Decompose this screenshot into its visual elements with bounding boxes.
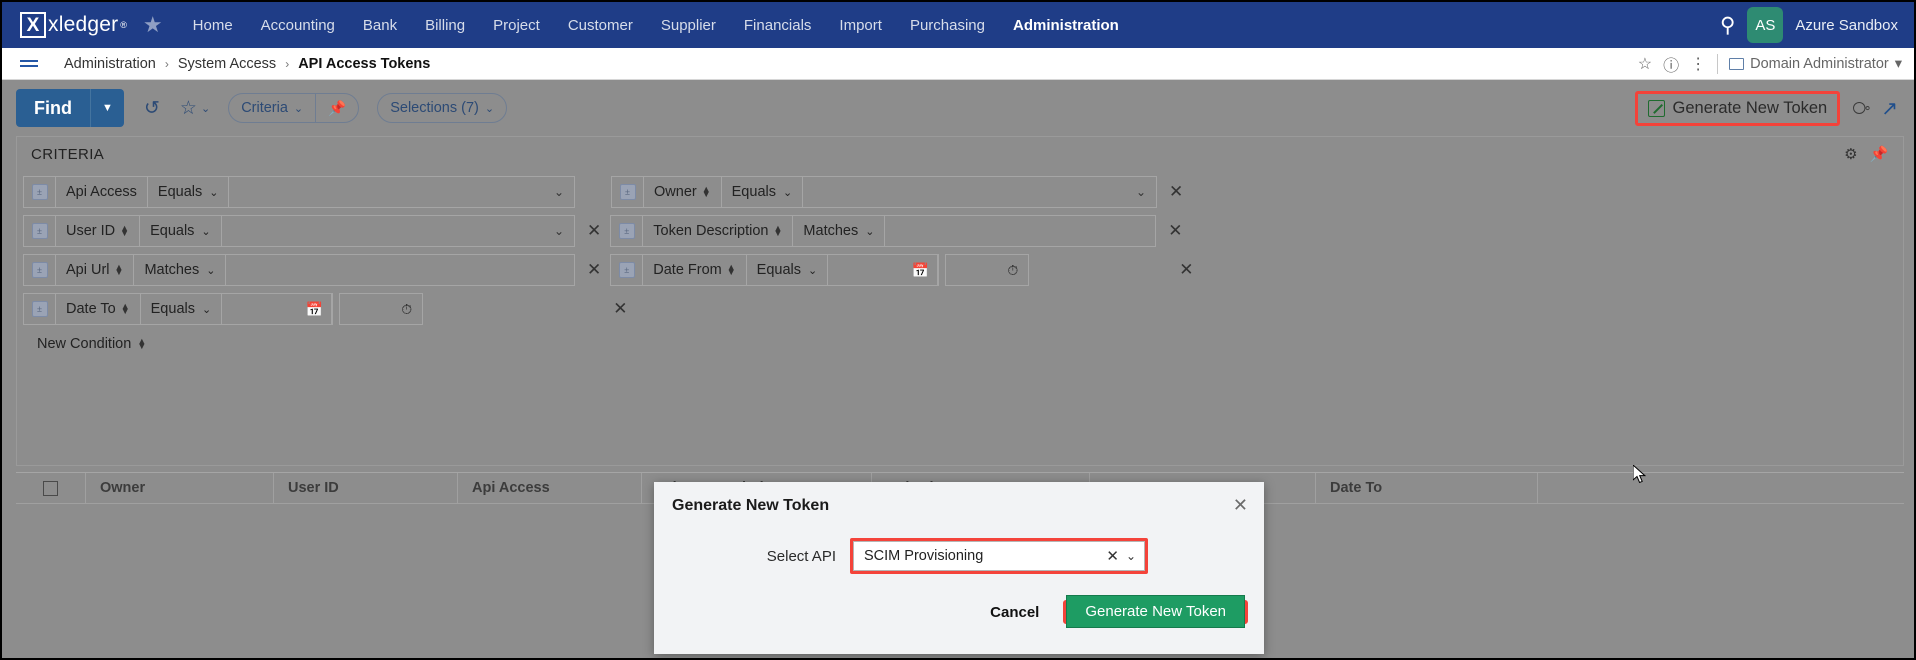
select-api-value: SCIM Provisioning bbox=[864, 548, 984, 564]
cancel-button[interactable]: Cancel bbox=[990, 604, 1039, 621]
modal-title: Generate New Token bbox=[672, 496, 830, 514]
close-icon[interactable]: ✕ bbox=[1233, 495, 1248, 516]
generate-new-token-submit-highlight: Generate New Token bbox=[1063, 595, 1248, 628]
mouse-cursor bbox=[1633, 465, 1646, 484]
generate-new-token-submit-button[interactable]: Generate New Token bbox=[1066, 595, 1245, 628]
modal-header: Generate New Token ✕ bbox=[654, 482, 1264, 516]
select-api-dropdown[interactable]: SCIM Provisioning ✕ ⌄ bbox=[853, 541, 1145, 571]
modal-body: Select API SCIM Provisioning ✕ ⌄ bbox=[654, 516, 1264, 574]
modal-footer: Cancel Generate New Token bbox=[654, 574, 1264, 628]
select-api-label: Select API bbox=[766, 547, 836, 565]
chevron-down-icon[interactable]: ⌄ bbox=[1126, 549, 1136, 563]
select-api-highlight: SCIM Provisioning ✕ ⌄ bbox=[850, 538, 1148, 574]
clear-x-icon[interactable]: ✕ bbox=[1106, 547, 1119, 565]
generate-new-token-modal: Generate New Token ✕ Select API SCIM Pro… bbox=[654, 482, 1264, 654]
